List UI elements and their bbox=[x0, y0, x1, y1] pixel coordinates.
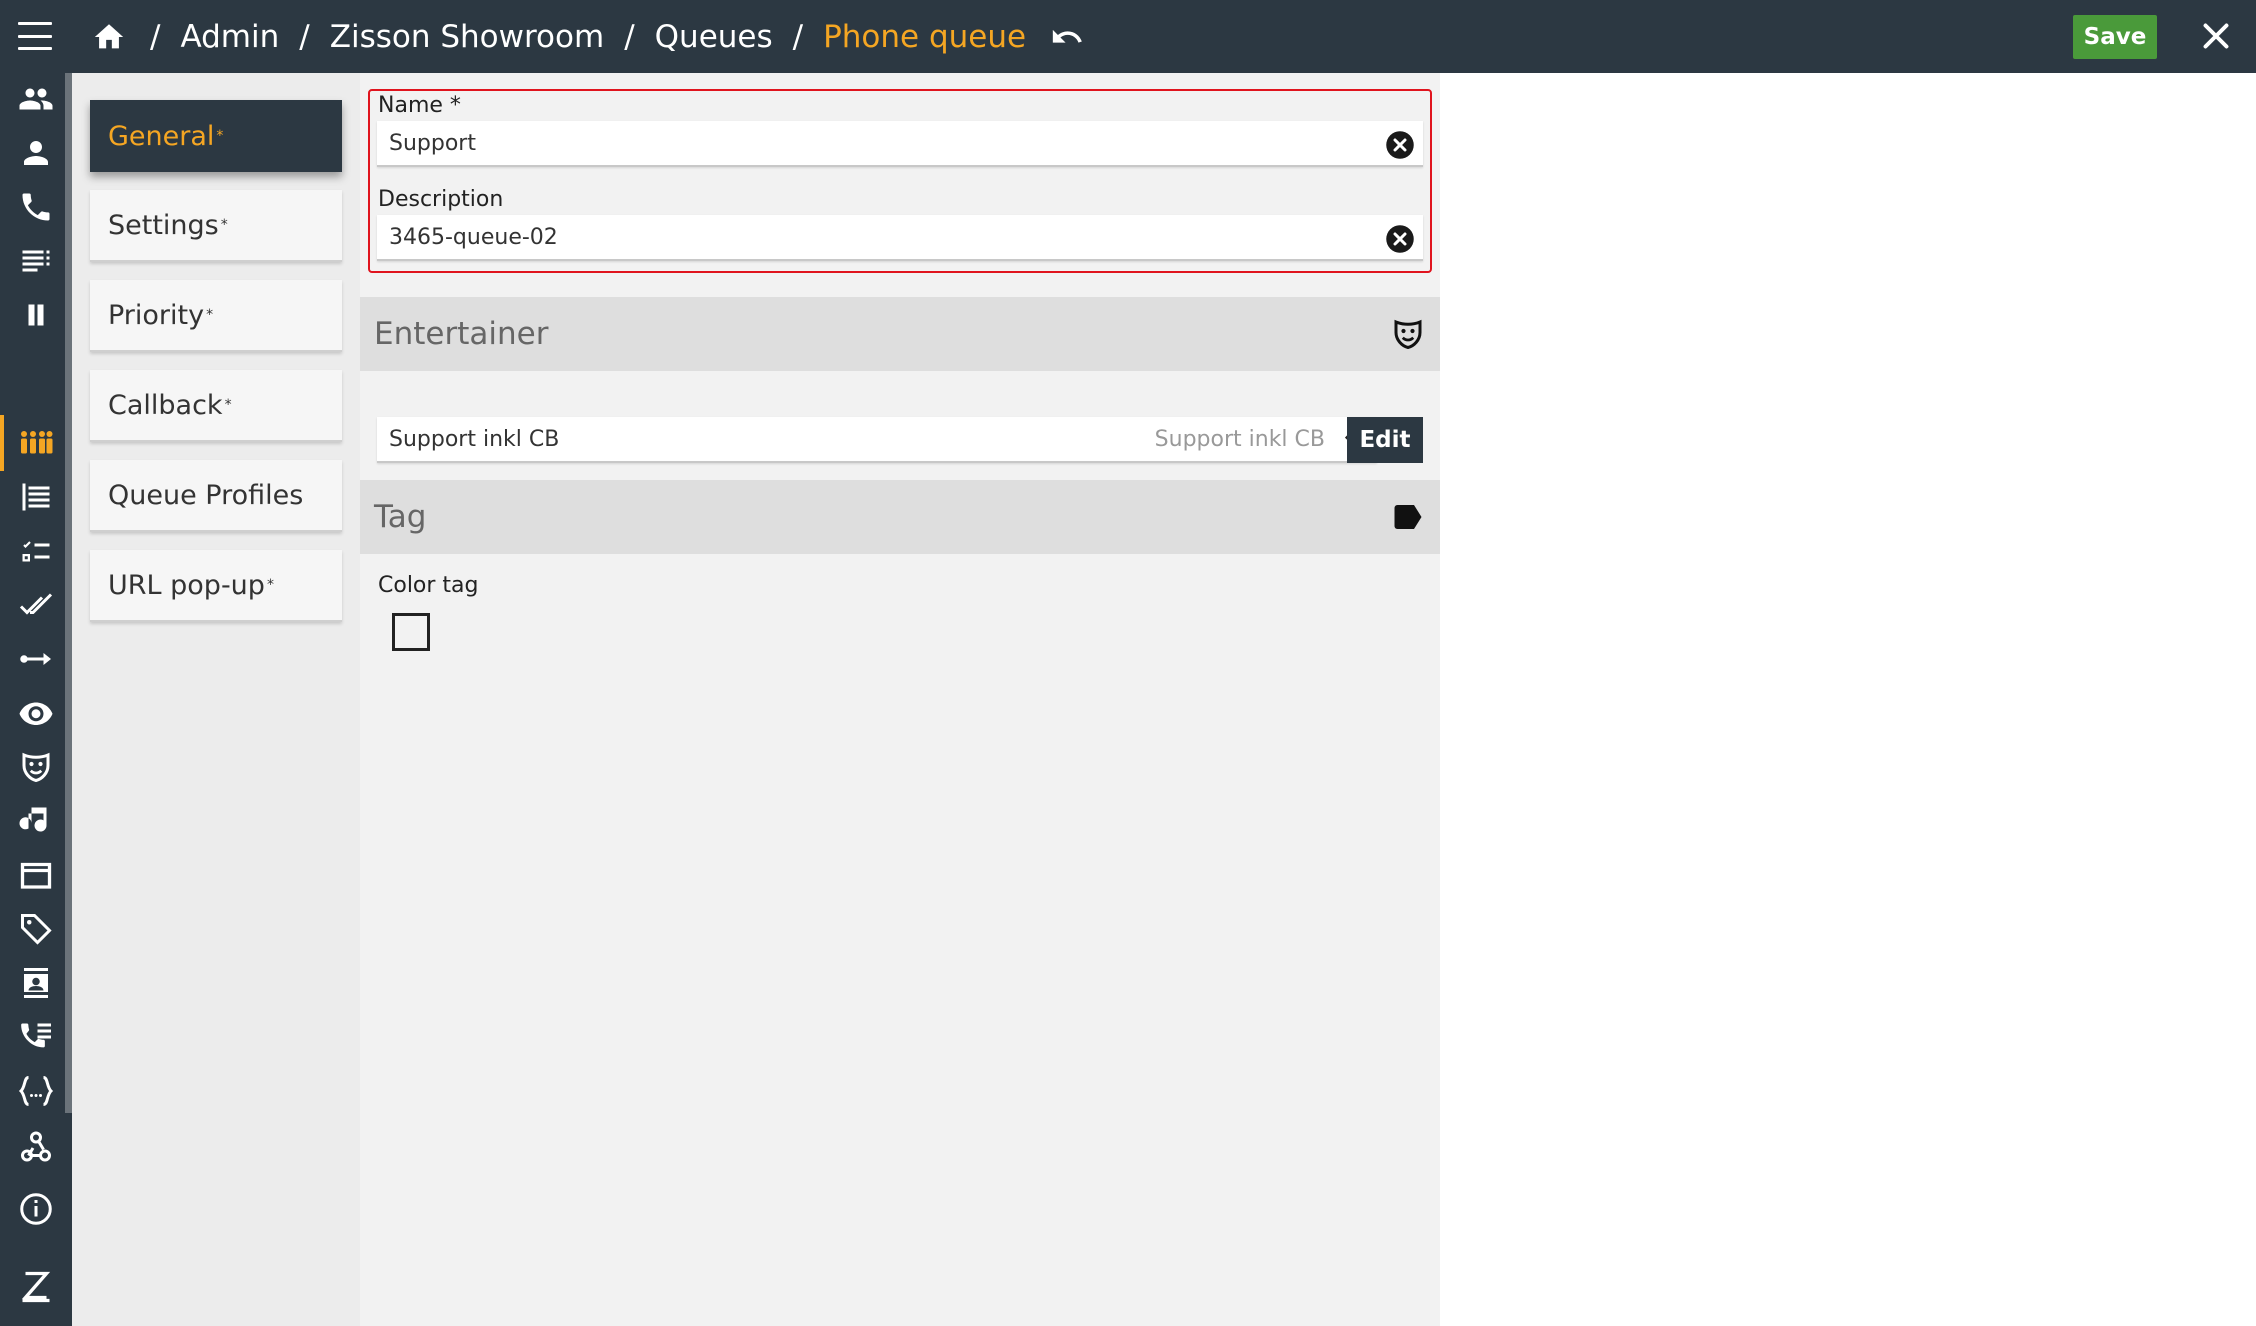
users-icon[interactable] bbox=[18, 81, 54, 117]
entertainer-section-header: Entertainer bbox=[360, 297, 1440, 371]
tag-title: Tag bbox=[374, 499, 427, 535]
music-icon[interactable] bbox=[18, 803, 54, 839]
tab-label: URL pop-up bbox=[108, 569, 265, 601]
tab-label: General bbox=[108, 120, 215, 152]
route-icon[interactable] bbox=[18, 641, 54, 677]
checklist-icon[interactable] bbox=[18, 533, 54, 569]
edit-entertainer-button[interactable]: Edit bbox=[1347, 417, 1423, 463]
description-value: 3465-queue-02 bbox=[389, 224, 558, 250]
eye-icon[interactable] bbox=[18, 695, 54, 731]
required-star: * bbox=[266, 577, 274, 593]
color-tag-swatch[interactable] bbox=[392, 613, 430, 651]
clear-name-icon[interactable] bbox=[1385, 130, 1415, 160]
tab-queue-profiles[interactable]: Queue Profiles bbox=[90, 460, 342, 532]
nav-sidebar bbox=[0, 73, 72, 1326]
call-list-icon[interactable] bbox=[18, 1019, 54, 1055]
undo-icon[interactable] bbox=[1050, 20, 1084, 54]
tags-icon[interactable] bbox=[18, 911, 54, 947]
main-form: Name * Support Description 3465-queue-02… bbox=[360, 73, 1440, 1326]
breadcrumb-admin[interactable]: Admin bbox=[180, 19, 279, 55]
phone-icon[interactable] bbox=[18, 189, 54, 225]
empty-panel bbox=[1440, 73, 2256, 1326]
webhook-icon[interactable] bbox=[18, 1127, 54, 1163]
description-label: Description bbox=[378, 187, 504, 212]
clear-description-icon[interactable] bbox=[1385, 224, 1415, 254]
user-icon[interactable] bbox=[18, 135, 54, 171]
entertainer-title: Entertainer bbox=[374, 316, 549, 352]
log-icon[interactable] bbox=[18, 479, 54, 515]
tag-icon bbox=[1394, 505, 1422, 529]
required-star: * bbox=[216, 128, 224, 144]
tab-url-popup[interactable]: URL pop-up * bbox=[90, 550, 342, 622]
color-tag-label: Color tag bbox=[378, 573, 479, 598]
contact-card-icon[interactable] bbox=[18, 965, 54, 1001]
folder-icon[interactable] bbox=[18, 857, 54, 893]
name-input[interactable]: Support bbox=[377, 121, 1423, 167]
active-indicator bbox=[0, 415, 4, 471]
required-star: * bbox=[220, 217, 228, 233]
tab-callback[interactable]: Callback * bbox=[90, 370, 342, 442]
breadcrumb-separator: / bbox=[624, 18, 635, 55]
entertainer-mask-icon[interactable] bbox=[18, 749, 54, 785]
tab-label: Settings bbox=[108, 209, 219, 241]
breadcrumb-separator: / bbox=[792, 18, 804, 55]
double-check-icon[interactable] bbox=[18, 587, 54, 623]
top-bar: / Admin / Zisson Showroom / Queues / Pho… bbox=[0, 0, 2256, 73]
entertainer-mask-icon bbox=[1394, 319, 1422, 350]
required-star: * bbox=[206, 307, 214, 323]
hamburger-menu-icon[interactable] bbox=[18, 22, 52, 50]
tab-priority[interactable]: Priority * bbox=[90, 280, 342, 352]
tab-label: Callback bbox=[108, 389, 223, 421]
entertainer-selected-value: Support inkl CB bbox=[389, 426, 560, 452]
breadcrumb-zisson-showroom[interactable]: Zisson Showroom bbox=[330, 19, 604, 55]
close-icon[interactable] bbox=[2198, 18, 2234, 54]
breadcrumb-phone-queue: Phone queue bbox=[823, 18, 1027, 55]
info-icon[interactable] bbox=[18, 1191, 54, 1227]
entertainer-select-hint: Support inkl CB bbox=[1154, 427, 1325, 452]
save-button[interactable]: Save bbox=[2073, 15, 2157, 59]
breadcrumb-separator: / bbox=[299, 18, 310, 55]
zisson-logo-icon[interactable] bbox=[18, 1269, 54, 1305]
pause-icon[interactable] bbox=[18, 297, 54, 333]
breadcrumb: / Admin / Zisson Showroom / Queues / Pho… bbox=[92, 0, 1084, 73]
home-icon[interactable] bbox=[92, 20, 126, 54]
tab-label: Priority bbox=[108, 299, 205, 331]
tab-label: Queue Profiles bbox=[108, 479, 304, 511]
tab-settings[interactable]: Settings * bbox=[90, 190, 342, 262]
entertainer-select[interactable]: Support inkl CB Support inkl CB bbox=[377, 417, 1377, 463]
list-icon[interactable] bbox=[18, 243, 54, 279]
sidebar-scrollbar[interactable] bbox=[65, 73, 72, 1113]
tab-general[interactable]: General * bbox=[90, 100, 342, 172]
required-star: * bbox=[224, 397, 232, 413]
name-label: Name * bbox=[378, 93, 461, 118]
tag-section-header: Tag bbox=[360, 480, 1440, 554]
breadcrumb-separator: / bbox=[150, 18, 161, 55]
name-value: Support bbox=[389, 130, 476, 156]
tab-column: General * Settings * Priority * Callback * Q… bbox=[72, 73, 360, 1326]
code-braces-icon[interactable] bbox=[18, 1073, 54, 1109]
description-input[interactable]: 3465-queue-02 bbox=[377, 215, 1423, 261]
queues-icon[interactable] bbox=[18, 425, 54, 461]
breadcrumb-queues[interactable]: Queues bbox=[655, 19, 773, 55]
